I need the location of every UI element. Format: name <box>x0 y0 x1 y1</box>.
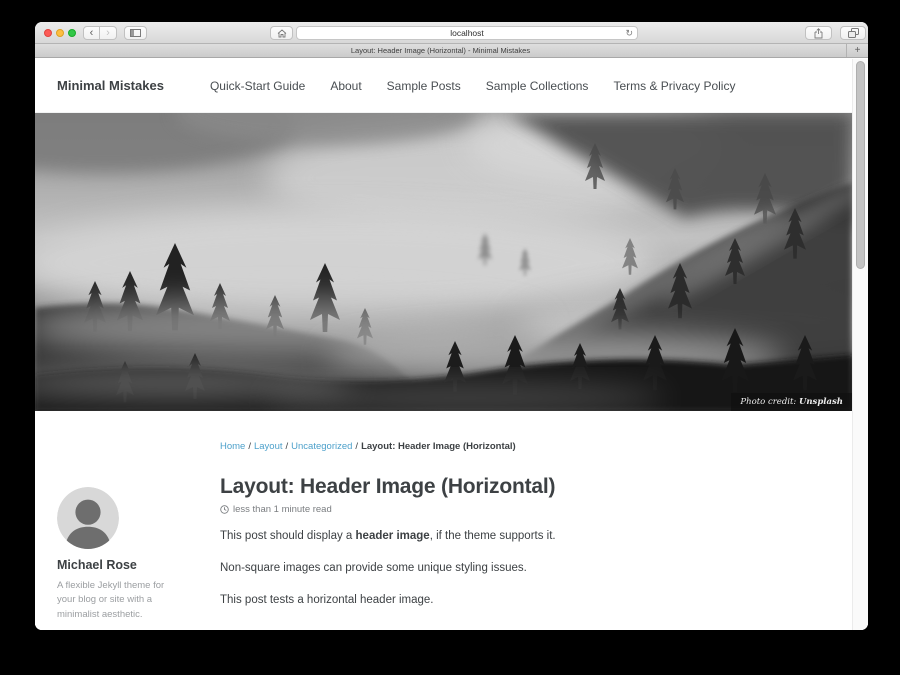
address-bar[interactable]: localhost ↻ <box>296 26 638 40</box>
plus-icon: + <box>855 45 861 56</box>
zoom-window-button[interactable] <box>68 29 76 37</box>
read-time: less than 1 minute read <box>233 504 332 515</box>
nav-item-sample-posts[interactable]: Sample Posts <box>387 79 461 93</box>
browser-window: ‹ › localhost ↻ <box>35 22 868 630</box>
post-body: This post should display a header image,… <box>220 530 840 606</box>
forward-icon: › <box>106 28 110 39</box>
author-bio: A flexible Jekyll theme for your blog or… <box>57 579 179 622</box>
tab-bar: Layout: Header Image (Horizontal) - Mini… <box>35 44 868 58</box>
sidebar-icon <box>130 29 141 37</box>
breadcrumb-separator: / <box>355 441 358 452</box>
author-name: Michael Rose <box>57 558 195 572</box>
post-meta: less than 1 minute read <box>220 504 840 515</box>
post-title: Layout: Header Image (Horizontal) <box>220 475 840 499</box>
refresh-icon[interactable]: ↻ <box>625 27 633 39</box>
avatar <box>57 487 119 549</box>
foggy-forest-artwork <box>35 113 852 411</box>
clock-icon <box>220 505 229 514</box>
breadcrumb-uncategorized-link[interactable]: Uncategorized <box>291 441 352 452</box>
header-image: Photo credit: Unsplash <box>35 113 852 411</box>
breadcrumb-layout-link[interactable]: Layout <box>254 441 283 452</box>
browser-viewport: Minimal Mistakes Quick-Start Guide About… <box>35 59 868 630</box>
share-icon <box>814 28 823 39</box>
share-button[interactable] <box>805 26 832 40</box>
article-area: Michael Rose A flexible Jekyll theme for… <box>35 411 852 630</box>
breadcrumb-current: Layout: Header Image (Horizontal) <box>361 441 516 452</box>
article-main: Home/Layout/Uncategorized/Layout: Header… <box>220 411 840 626</box>
paragraph-1-bold: header image <box>356 530 430 542</box>
breadcrumb-separator: / <box>286 441 289 452</box>
history-nav-group: ‹ › <box>83 26 117 40</box>
tab-title: Layout: Header Image (Horizontal) - Mini… <box>351 46 530 55</box>
paragraph-3: This post tests a horizontal header imag… <box>220 594 840 606</box>
photo-credit-label: Photo credit: <box>740 397 799 407</box>
back-icon: ‹ <box>90 28 94 39</box>
nav-item-about[interactable]: About <box>330 79 361 93</box>
paragraph-2: Non-square images can provide some uniqu… <box>220 562 840 574</box>
forward-button[interactable]: › <box>100 26 117 40</box>
author-sidebar: Michael Rose A flexible Jekyll theme for… <box>57 487 195 622</box>
browser-toolbar: ‹ › localhost ↻ <box>35 22 868 44</box>
minimize-window-button[interactable] <box>56 29 64 37</box>
scrollbar-track[interactable] <box>852 59 868 630</box>
nav-item-quick-start-guide[interactable]: Quick-Start Guide <box>210 79 305 93</box>
active-tab[interactable]: Layout: Header Image (Horizontal) - Mini… <box>35 44 846 57</box>
nav-item-sample-collections[interactable]: Sample Collections <box>486 79 589 93</box>
paragraph-1: This post should display a header image,… <box>220 530 840 542</box>
close-window-button[interactable] <box>44 29 52 37</box>
paragraph-1-tail: , if the theme supports it. <box>430 530 556 542</box>
site-masthead: Minimal Mistakes Quick-Start Guide About… <box>35 59 852 113</box>
avatar-silhouette-icon <box>57 487 119 549</box>
home-icon <box>277 29 287 38</box>
tab-overview-icon <box>848 28 859 38</box>
site-title-link[interactable]: Minimal Mistakes <box>57 78 164 93</box>
photo-credit-source: Unsplash <box>799 397 843 407</box>
site-nav: Quick-Start Guide About Sample Posts Sam… <box>210 79 736 93</box>
address-bar-url: localhost <box>450 28 484 38</box>
nav-item-terms-privacy[interactable]: Terms & Privacy Policy <box>613 79 735 93</box>
webpage: Minimal Mistakes Quick-Start Guide About… <box>35 59 852 630</box>
back-button[interactable]: ‹ <box>83 26 100 40</box>
breadcrumb: Home/Layout/Uncategorized/Layout: Header… <box>220 441 840 452</box>
photo-credit: Photo credit: Unsplash <box>731 393 852 411</box>
scrollbar-thumb[interactable] <box>856 61 865 269</box>
sidebar-toggle-button[interactable] <box>124 26 147 40</box>
paragraph-1-text: This post should display a <box>220 530 356 542</box>
tab-overview-button[interactable] <box>840 26 866 40</box>
breadcrumb-separator: / <box>248 441 251 452</box>
breadcrumb-home-link[interactable]: Home <box>220 441 245 452</box>
home-button[interactable] <box>270 26 293 40</box>
new-tab-button[interactable]: + <box>846 44 868 57</box>
